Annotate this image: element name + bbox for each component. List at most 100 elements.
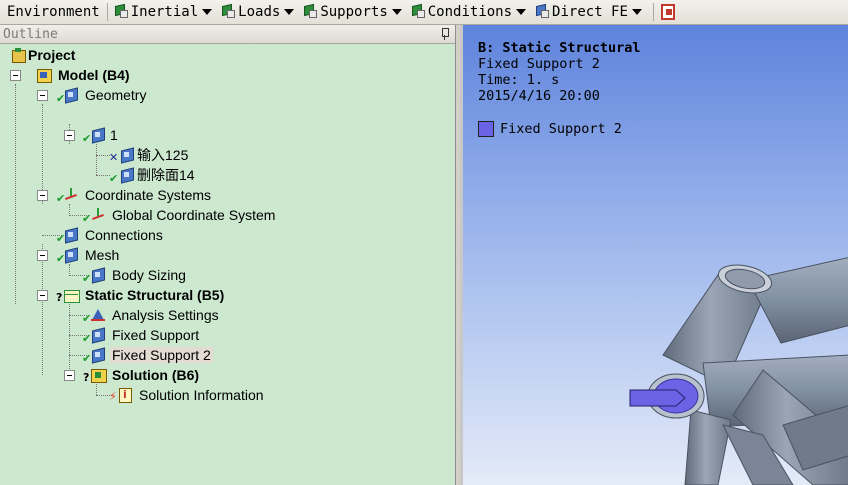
conditions-menu[interactable]: Conditions xyxy=(409,1,533,23)
model-icon xyxy=(36,67,52,83)
environment-label: Environment xyxy=(7,4,100,20)
tree-item-fixed-support[interactable]: Fixed Support xyxy=(90,325,201,345)
tree-item-connections[interactable]: Connections xyxy=(63,225,165,245)
chevron-down-icon[interactable] xyxy=(202,9,213,15)
loads-label: Loads xyxy=(238,4,281,20)
loads-icon xyxy=(222,3,236,19)
inertial-menu[interactable]: Inertial xyxy=(112,1,219,23)
tree-item-geometry[interactable]: Geometry xyxy=(63,85,148,105)
tree-label: 删除面14 xyxy=(137,167,195,183)
solution-icon xyxy=(90,367,107,383)
collapse-icon[interactable] xyxy=(10,70,21,81)
part-icon xyxy=(90,127,106,143)
tree-label: Fixed Support 2 xyxy=(110,347,213,363)
outline-header: Outline xyxy=(0,25,455,44)
tree-item-part-1[interactable]: 1 xyxy=(90,125,120,145)
pin-icon[interactable] xyxy=(441,28,449,40)
tree-connector xyxy=(69,264,70,274)
collapse-icon[interactable] xyxy=(37,250,48,261)
outline-tree: Project Model (B4) ✔ Geometry ✔ 1 ✕ 输入12… xyxy=(0,44,456,484)
toolbar-separator xyxy=(652,3,654,21)
tree-label: 1 xyxy=(110,127,118,143)
tree-label: Model (B4) xyxy=(58,67,130,83)
sizing-icon xyxy=(90,267,106,283)
tree-item-project[interactable]: Project xyxy=(10,45,77,65)
tree-connector xyxy=(42,104,43,204)
collapse-icon[interactable] xyxy=(64,370,75,381)
connections-icon xyxy=(63,227,79,243)
tree-label: Static Structural (B5) xyxy=(85,287,225,303)
analysis-settings-icon xyxy=(90,307,106,323)
tree-connector xyxy=(96,175,110,176)
conditions-icon xyxy=(411,3,426,19)
tree-item-static-structural[interactable]: Static Structural (B5) xyxy=(63,285,226,305)
tree-item-body-input[interactable]: 输入125 xyxy=(119,145,190,165)
viewport-annotation: B: Static Structural Fixed Support 2 Tim… xyxy=(478,40,641,104)
tree-label: Solution (B6) xyxy=(112,367,200,383)
solution-information-icon xyxy=(117,387,133,403)
tree-item-solution[interactable]: Solution (B6) xyxy=(90,365,201,385)
tree-connector xyxy=(15,84,16,304)
supports-menu[interactable]: Supports xyxy=(301,1,408,23)
tree-label: Solution Information xyxy=(139,387,264,403)
conditions-label: Conditions xyxy=(427,4,513,20)
toolbar: Environment Inertial Loads Supports Cond… xyxy=(0,0,848,25)
viewport-title: B: Static Structural xyxy=(478,40,641,56)
fixed-support-icon xyxy=(90,327,106,343)
tree-item-body-sizing[interactable]: Body Sizing xyxy=(90,265,188,285)
tree-connector xyxy=(96,384,97,395)
tree-label: Fixed Support xyxy=(112,327,200,343)
outline-title: Outline xyxy=(3,26,58,42)
environment-menu[interactable]: Environment xyxy=(4,1,103,23)
tree-label: Project xyxy=(28,47,76,63)
graphics-viewport[interactable]: B: Static Structural Fixed Support 2 Tim… xyxy=(460,25,848,485)
fixed-support-icon xyxy=(90,347,106,363)
check-status-icon: ✔ xyxy=(109,172,119,185)
inertial-icon xyxy=(114,3,129,19)
tree-connector xyxy=(42,244,43,375)
tree-item-global-coordinate-system[interactable]: Global Coordinate System xyxy=(90,205,277,225)
tree-connector xyxy=(69,204,70,214)
tree-item-mesh[interactable]: Mesh xyxy=(63,245,121,265)
body-icon xyxy=(119,147,135,163)
tree-connector xyxy=(96,395,110,396)
collapse-icon[interactable] xyxy=(37,90,48,101)
collapse-icon[interactable] xyxy=(64,130,75,141)
viewport-time: Time: 1. s xyxy=(478,72,560,88)
tree-connector xyxy=(96,155,110,156)
tree-item-body-delete[interactable]: 删除面14 xyxy=(119,165,197,185)
chevron-down-icon[interactable] xyxy=(516,9,527,15)
tree-connector xyxy=(96,144,97,175)
supports-label: Supports xyxy=(320,4,388,20)
toolbar-separator xyxy=(106,3,108,21)
chevron-down-icon[interactable] xyxy=(391,9,402,15)
tree-label: Connections xyxy=(85,227,163,243)
geometry-icon xyxy=(63,87,79,103)
collapse-icon[interactable] xyxy=(37,190,48,201)
tree-item-solution-information[interactable]: Solution Information xyxy=(117,385,266,405)
tree-label: 输入125 xyxy=(137,147,189,163)
supports-icon xyxy=(304,3,318,19)
chevron-down-icon[interactable] xyxy=(284,9,295,15)
viewport-date: 2015/4/16 20:00 xyxy=(478,88,600,104)
direct-fe-menu[interactable]: Direct FE xyxy=(533,1,649,23)
tree-item-analysis-settings[interactable]: Analysis Settings xyxy=(90,305,221,325)
tree-label: Coordinate Systems xyxy=(85,187,212,203)
body-icon xyxy=(119,167,135,183)
tree-item-fixed-support-2[interactable]: Fixed Support 2 xyxy=(90,345,213,365)
coordinate-system-icon xyxy=(90,207,106,223)
tree-label: Geometry xyxy=(85,87,147,103)
worksheet-button[interactable] xyxy=(658,1,678,23)
suppressed-x-icon: ✕ xyxy=(109,151,119,164)
collapse-icon[interactable] xyxy=(37,290,48,301)
question-status-icon: ? xyxy=(56,291,63,304)
loads-menu[interactable]: Loads xyxy=(219,1,301,23)
tree-label: Mesh xyxy=(85,247,120,263)
legend-swatch xyxy=(478,121,494,137)
outline-panel: Outline Project Model (B4) ✔ Geometry ✔ … xyxy=(0,25,456,485)
tree-item-coordinate-systems[interactable]: Coordinate Systems xyxy=(63,185,213,205)
tree-label: Analysis Settings xyxy=(112,307,219,323)
chevron-down-icon[interactable] xyxy=(631,9,642,15)
tree-item-model[interactable]: Model (B4) xyxy=(36,65,132,85)
project-icon xyxy=(10,47,26,63)
